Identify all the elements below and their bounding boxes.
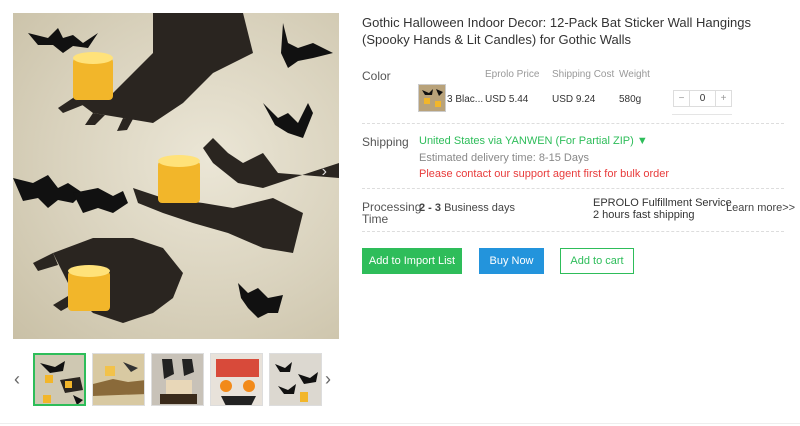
thumbnail-prev-arrow[interactable]: ‹	[14, 369, 20, 390]
processing-days-unit: Business days	[441, 202, 515, 214]
bat-shape	[73, 188, 128, 213]
divider	[0, 423, 800, 424]
column-header-shipping: Shipping Cost	[552, 69, 615, 80]
processing-days: 2 - 3 Business days	[419, 202, 515, 214]
bat-shape	[28, 28, 98, 53]
divider	[362, 188, 784, 189]
bat-shape	[13, 175, 83, 208]
main-product-image[interactable]: ›	[13, 13, 339, 339]
variant-shipping-cost: USD 9.24	[552, 94, 596, 105]
variant-thumbnail[interactable]	[418, 84, 446, 112]
delivery-estimate: Estimated delivery time: 8-15 Days	[419, 152, 589, 164]
fulfillment-service-note: 2 hours fast shipping	[593, 209, 695, 221]
product-photo	[13, 13, 339, 323]
bat-shape	[263, 103, 313, 138]
thumbnail-5[interactable]	[269, 353, 322, 406]
fulfillment-service: EPROLO Fulfillment Service 2 hours fast …	[593, 197, 732, 221]
hand-shape	[203, 138, 339, 188]
variant-image	[419, 85, 445, 111]
add-to-cart-button[interactable]: Add to cart	[560, 248, 634, 274]
bat-shape	[238, 283, 283, 318]
variant-name: 3 Blac...	[447, 94, 484, 105]
quantity-increase-button[interactable]: +	[716, 93, 731, 104]
variant-price: USD 5.44	[485, 94, 529, 105]
divider	[362, 231, 784, 232]
processing-label-line2: Time	[362, 212, 389, 226]
fulfillment-service-name: EPROLO Fulfillment Service	[593, 197, 732, 209]
learn-more-link[interactable]: Learn more>>	[726, 202, 795, 214]
thumbnail-2[interactable]	[92, 353, 145, 406]
thumbnail-3[interactable]	[151, 353, 204, 406]
thumbnail-image	[35, 355, 84, 404]
color-label: Color	[362, 69, 391, 83]
thumbnail-image	[93, 354, 144, 405]
quantity-stepper: − 0 +	[673, 90, 732, 107]
quantity-input[interactable]: 0	[689, 91, 716, 106]
column-header-weight: Weight	[619, 69, 650, 80]
thumbnail-image	[152, 354, 203, 405]
processing-time-label: Processing Time	[362, 201, 421, 225]
bulk-order-warning: Please contact our support agent first f…	[419, 168, 670, 180]
column-header-price: Eprolo Price	[485, 69, 540, 80]
candle-shape	[158, 161, 200, 203]
thumbnail-image	[270, 354, 321, 405]
candle-shape	[73, 58, 113, 100]
thumbnail-strip	[33, 353, 322, 406]
thumbnail-next-arrow[interactable]: ›	[325, 369, 331, 390]
bat-shape	[281, 23, 333, 68]
thumbnail-image	[211, 354, 262, 405]
thumbnail-4[interactable]	[210, 353, 263, 406]
thumbnail-1[interactable]	[33, 353, 86, 406]
variant-weight: 580g	[619, 94, 642, 105]
add-to-import-list-button[interactable]: Add to Import List	[362, 248, 462, 274]
quantity-decrease-button[interactable]: −	[674, 93, 689, 104]
divider	[362, 123, 784, 124]
shipping-method-dropdown[interactable]: United States via YANWEN (For Partial ZI…	[419, 135, 648, 147]
divider	[672, 114, 732, 115]
buy-now-button[interactable]: Buy Now	[479, 248, 544, 274]
processing-days-value: 2 - 3	[419, 202, 442, 214]
product-title: Gothic Halloween Indoor Decor: 12-Pack B…	[362, 15, 751, 47]
image-next-arrow[interactable]: ›	[322, 163, 327, 181]
shipping-label: Shipping	[362, 135, 409, 149]
